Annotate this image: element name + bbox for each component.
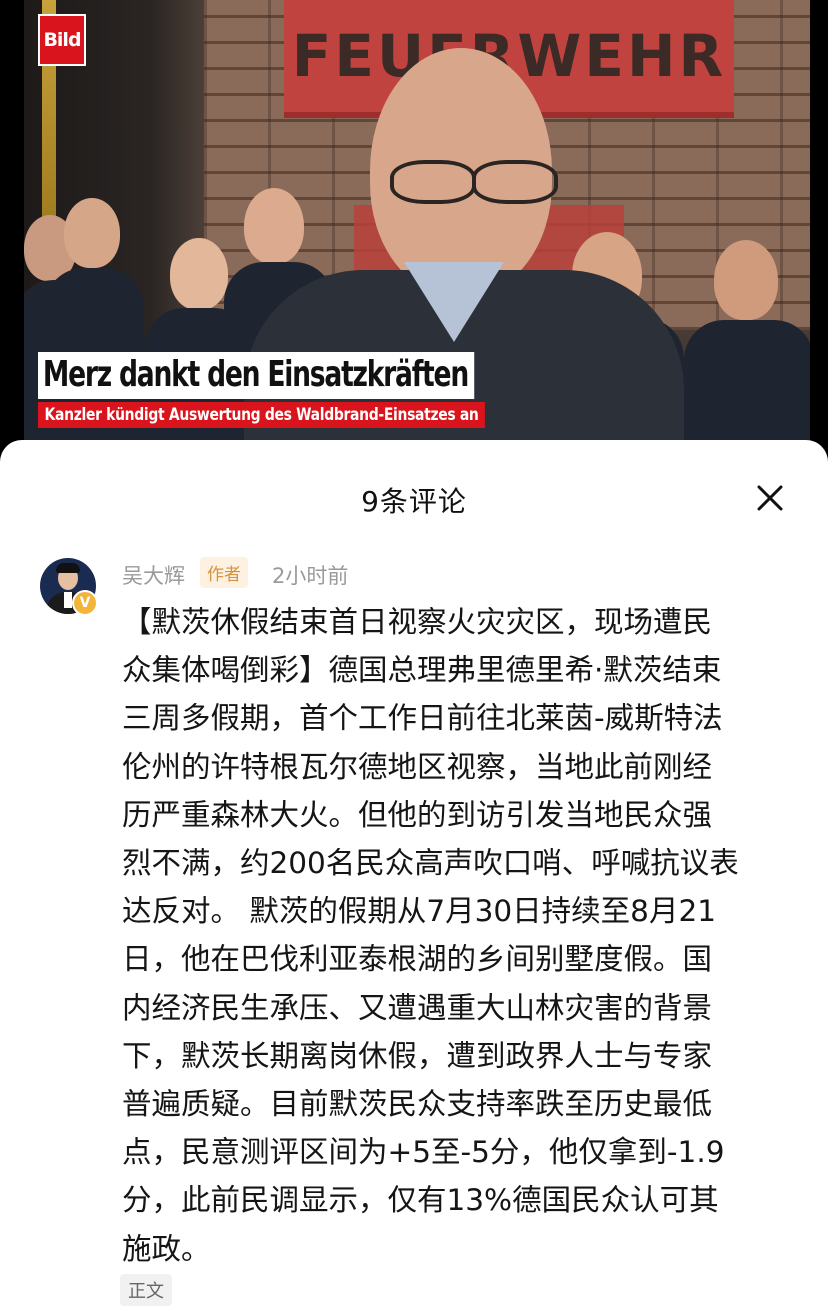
author-name[interactable]: 吴大辉 (122, 560, 185, 590)
video-headline: Merz dankt den Einsatzkräften (38, 352, 475, 399)
comments-sheet: 9条评论 V 吴大辉 作者 2小时前 【默茨休假结束首日视察火灾灾区，现场遭民 … (0, 440, 828, 1314)
body-chip[interactable]: 正文 (120, 1274, 172, 1306)
video-frame[interactable]: FEUERWEHR Bild Merz dankt den Einsatzkrä… (24, 0, 810, 450)
video-subheadline: Kanzler kündigt Auswertung des Waldbrand… (38, 402, 486, 428)
close-icon (757, 485, 783, 511)
verified-badge-icon: V (72, 590, 98, 616)
comments-title: 9条评论 (361, 485, 467, 518)
screen: FEUERWEHR Bild Merz dankt den Einsatzkrä… (0, 0, 828, 1314)
comment-body[interactable]: 【默茨休假结束首日视察火灾灾区，现场遭民 众集体喝倒彩】德国总理弗里德里希·默茨… (122, 598, 792, 1273)
bild-logo: Bild (38, 14, 86, 66)
comment-time: 2小时前 (272, 564, 349, 588)
close-button[interactable] (752, 480, 788, 516)
author-tag: 作者 (200, 557, 248, 588)
